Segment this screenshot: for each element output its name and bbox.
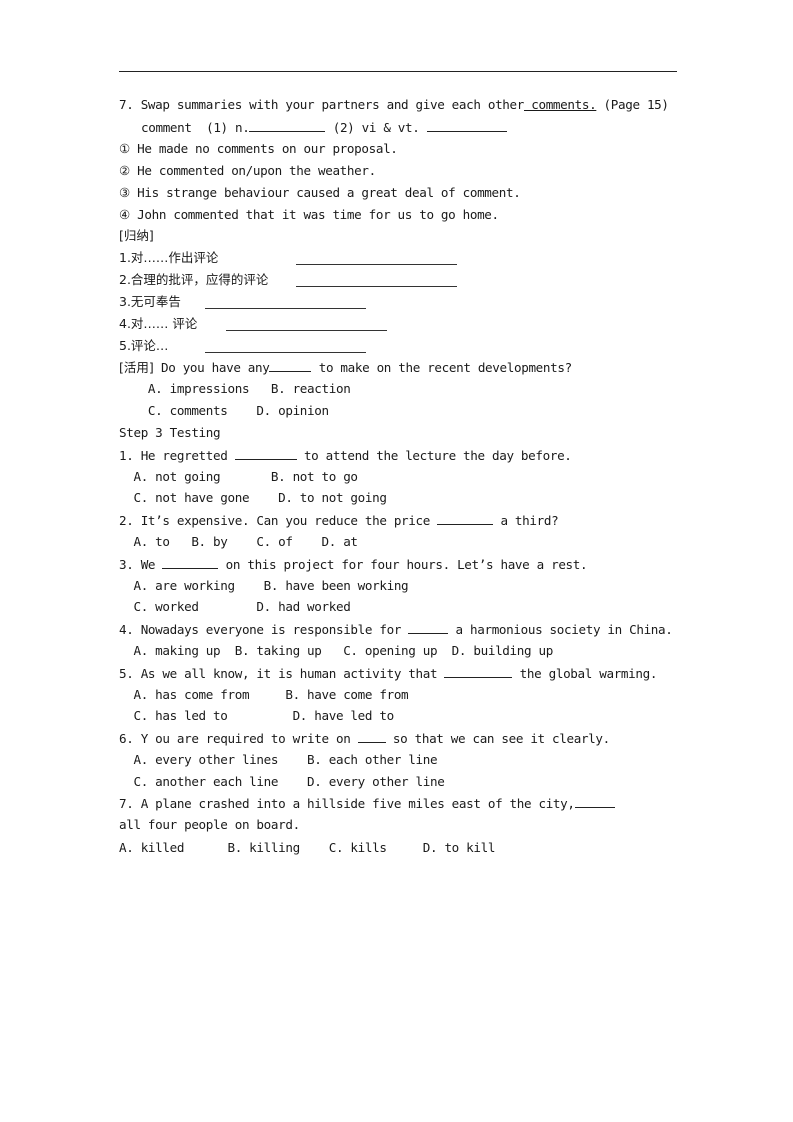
question-text: a third? — [493, 513, 559, 528]
underlined-word: comments. — [524, 97, 597, 112]
comment-verb-label: (2) vi & vt. — [325, 120, 420, 135]
question-5-options-row-2: C. has led to D. have led to — [119, 708, 394, 723]
apply-label: [活用] — [119, 360, 154, 375]
summary-header: [归纳] — [119, 228, 154, 243]
question-6: 6. Y ou are required to write on so that… — [119, 730, 610, 747]
header-rule — [119, 71, 677, 72]
question-7-options: A. killed B. killing C. kills D. to kill — [119, 840, 496, 855]
answer-blank[interactable] — [437, 512, 494, 525]
apply-question-suffix: to make on the recent developments? — [311, 360, 572, 375]
summary-item-5: 5.评论… — [119, 338, 169, 353]
question-1: 1. He regretted to attend the lecture th… — [119, 447, 572, 464]
question-3-options-row-1: A. are working B. have been working — [119, 578, 409, 593]
apply-question: [活用] Do you have any to make on the rece… — [119, 359, 572, 376]
question-1-options-row-1: A. not going B. not to go — [119, 469, 358, 484]
example-4: ④ John commented that it was time for us… — [119, 207, 499, 222]
answer-blank[interactable] — [444, 665, 513, 678]
answer-blank-noun[interactable] — [249, 119, 326, 132]
apply-options-row-1: A. impressions B. reaction — [119, 381, 351, 396]
question-7: 7. A plane crashed into a hillside five … — [119, 795, 615, 812]
answer-blank[interactable] — [408, 621, 449, 634]
question-6-options-row-1: A. every other lines B. each other line — [119, 752, 438, 767]
summary-item-3: 3.无可奉告 — [119, 294, 181, 309]
summary-blank-5[interactable] — [205, 352, 366, 353]
question-4-options: A. making up B. taking up C. opening up … — [119, 643, 553, 658]
question-5: 5. As we all know, it is human activity … — [119, 665, 657, 682]
question-2-options: A. to B. by C. of D. at — [119, 534, 358, 549]
summary-blank-1[interactable] — [296, 264, 457, 265]
question-text: so that we can see it clearly. — [385, 731, 610, 746]
page-reference: (Page 15) — [596, 97, 669, 112]
comment-definition-line: comment (1) n. (2) vi & vt. — [141, 119, 507, 136]
question-text: the global warming. — [512, 666, 658, 681]
question-text: 5. As we all know, it is human activity … — [119, 666, 445, 681]
question-7-continuation: all four people on board. — [119, 817, 300, 832]
question-text: 3. We — [119, 557, 163, 572]
example-3: ③ His strange behaviour caused a great d… — [119, 185, 521, 200]
question-text: a harmonious society in China. — [448, 622, 673, 637]
answer-blank[interactable] — [162, 556, 219, 569]
comment-label: comment (1) n. — [141, 120, 250, 135]
answer-blank[interactable] — [234, 447, 297, 460]
question-3: 3. We on this project for four hours. Le… — [119, 556, 588, 573]
question-2: 2. It’s expensive. Can you reduce the pr… — [119, 512, 559, 529]
prompt-text: 7. Swap summaries with your partners and… — [119, 97, 524, 112]
summary-blank-4[interactable] — [226, 330, 387, 331]
apply-options-row-2: C. comments D. opinion — [119, 403, 329, 418]
question-4: 4. Nowadays everyone is responsible for … — [119, 621, 673, 638]
question-text: 6. Y ou are required to write on — [119, 731, 358, 746]
question-text: on this project for four hours. Let’s ha… — [218, 557, 588, 572]
section7-prompt: 7. Swap summaries with your partners and… — [119, 97, 669, 113]
answer-blank-verb[interactable] — [426, 119, 507, 132]
question-1-options-row-2: C. not have gone D. to not going — [119, 490, 387, 505]
question-text: to attend the lecture the day before. — [296, 448, 572, 463]
summary-item-1: 1.对……作出评论 — [119, 250, 219, 265]
question-6-options-row-2: C. another each line D. every other line — [119, 774, 445, 789]
question-3-options-row-2: C. worked D. had worked — [119, 599, 351, 614]
answer-blank[interactable] — [574, 795, 615, 808]
summary-item-2: 2.合理的批评，应得的评论 — [119, 272, 269, 287]
question-text: 4. Nowadays everyone is responsible for — [119, 622, 409, 637]
apply-question-text: Do you have any — [153, 360, 270, 375]
question-5-options-row-1: A. has come from B. have come from — [119, 687, 409, 702]
apply-blank[interactable] — [269, 359, 312, 372]
answer-blank[interactable] — [357, 730, 386, 743]
example-1: ① He made no comments on our proposal. — [119, 141, 398, 156]
question-text: 2. It’s expensive. Can you reduce the pr… — [119, 513, 438, 528]
summary-blank-2[interactable] — [296, 286, 457, 287]
summary-blank-3[interactable] — [205, 308, 366, 309]
question-text: 1. He regretted — [119, 448, 235, 463]
summary-item-4: 4.对…… 评论 — [119, 316, 198, 331]
step3-title: Step 3 Testing — [119, 425, 221, 440]
question-text: 7. A plane crashed into a hillside five … — [119, 796, 575, 811]
example-2: ② He commented on/upon the weather. — [119, 163, 376, 178]
